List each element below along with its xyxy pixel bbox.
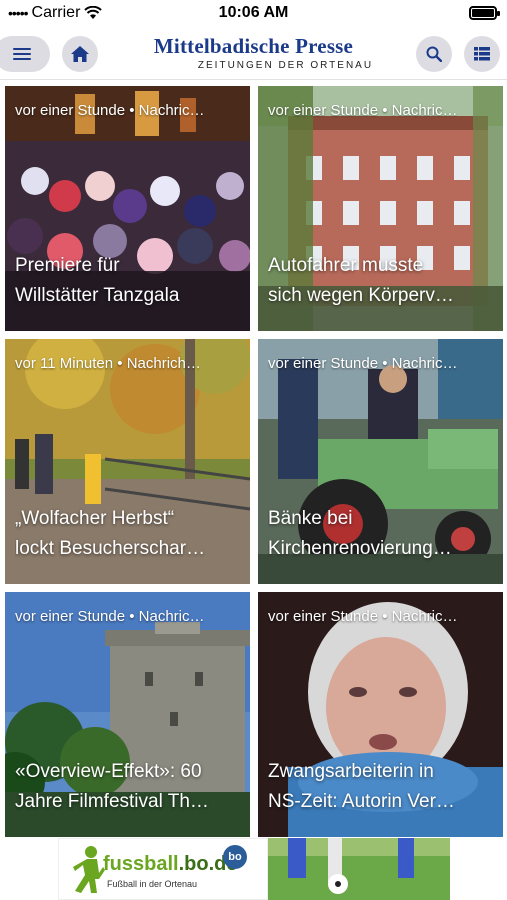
article-card[interactable]: vor einer Stunde • Nachric… Zwangsarbeit… (258, 592, 503, 837)
article-title-line: Zwangsarbeiterin in (268, 761, 434, 782)
article-title-line: NS-Zeit: Autorin Ver… (268, 791, 455, 812)
article-card[interactable]: vor einer Stunde • Nachric… Autofahrer m… (258, 86, 503, 331)
list-icon (474, 47, 490, 61)
ad-tagline: Fußball in der Ortenau (107, 879, 198, 889)
article-title-line: Premiere für (15, 255, 120, 276)
article-title-line: sich wegen Körperv… (268, 285, 454, 306)
article-meta: vor einer Stunde • Nachric… (268, 355, 458, 372)
article-title: Bänke bei Kirchenrenovierung… (268, 504, 495, 564)
article-title-line: lockt Besucherschar… (15, 538, 206, 559)
ad-logo-a: fussball (103, 853, 179, 875)
article-title: Zwangsarbeiterin in NS-Zeit: Autorin Ver… (268, 757, 495, 817)
article-title: „Wolfacher Herbst“ lockt Besucherschar… (15, 504, 242, 564)
article-meta: vor 11 Minuten • Nachrich… (15, 355, 201, 372)
article-title-line: Kirchenrenovierung… (268, 538, 452, 559)
article-title-line: Autofahrer musste (268, 255, 424, 276)
ad-image (268, 838, 450, 900)
article-meta: vor einer Stunde • Nachric… (15, 608, 205, 625)
article-title-line: „Wolfacher Herbst“ (15, 508, 175, 529)
player-icon (73, 846, 105, 893)
ad-logo-panel: fussball.bo.de Fußball in der Ortenau bo (58, 838, 268, 900)
article-card[interactable]: vor einer Stunde • Nachric… Premiere für… (5, 86, 250, 331)
soccer-photo (268, 838, 450, 900)
article-meta: vor einer Stunde • Nachric… (15, 102, 205, 119)
article-title: Premiere für Willstätter Tanzgala (15, 251, 242, 311)
article-meta: vor einer Stunde • Nachric… (268, 608, 458, 625)
status-time: 10:06 AM (218, 4, 289, 21)
status-bar: ••••• Carrier 10:06 AM (0, 0, 507, 28)
article-title-line: Bänke bei (268, 508, 353, 529)
article-title-line: Jahre Filmfestival Th… (15, 791, 209, 812)
ad-badge: bo (223, 845, 247, 869)
article-title: «Overview-Effekt»: 60 Jahre Filmfestival… (15, 757, 242, 817)
article-meta: vor einer Stunde • Nachric… (268, 102, 458, 119)
list-view-button[interactable] (464, 36, 500, 72)
search-button[interactable] (416, 36, 452, 72)
article-card[interactable]: vor einer Stunde • Nachric… Bänke bei Ki… (258, 339, 503, 584)
article-title-line: Willstätter Tanzgala (15, 285, 180, 306)
app-header: Mittelbadische Presse ZEITUNGEN DER ORTE… (0, 28, 507, 80)
article-title: Autofahrer musste sich wegen Körperv… (268, 251, 495, 311)
battery-icon (469, 6, 500, 20)
search-icon (426, 46, 442, 62)
article-card[interactable]: vor 11 Minuten • Nachrich… „Wolfacher He… (5, 339, 250, 584)
article-card[interactable]: vor einer Stunde • Nachric… «Overview-Ef… (5, 592, 250, 837)
ad-banner[interactable]: fussball.bo.de Fußball in der Ortenau bo (58, 838, 450, 900)
ad-logo-text: fussball.bo.de (103, 853, 237, 876)
article-title-line: «Overview-Effekt»: 60 (15, 761, 202, 782)
